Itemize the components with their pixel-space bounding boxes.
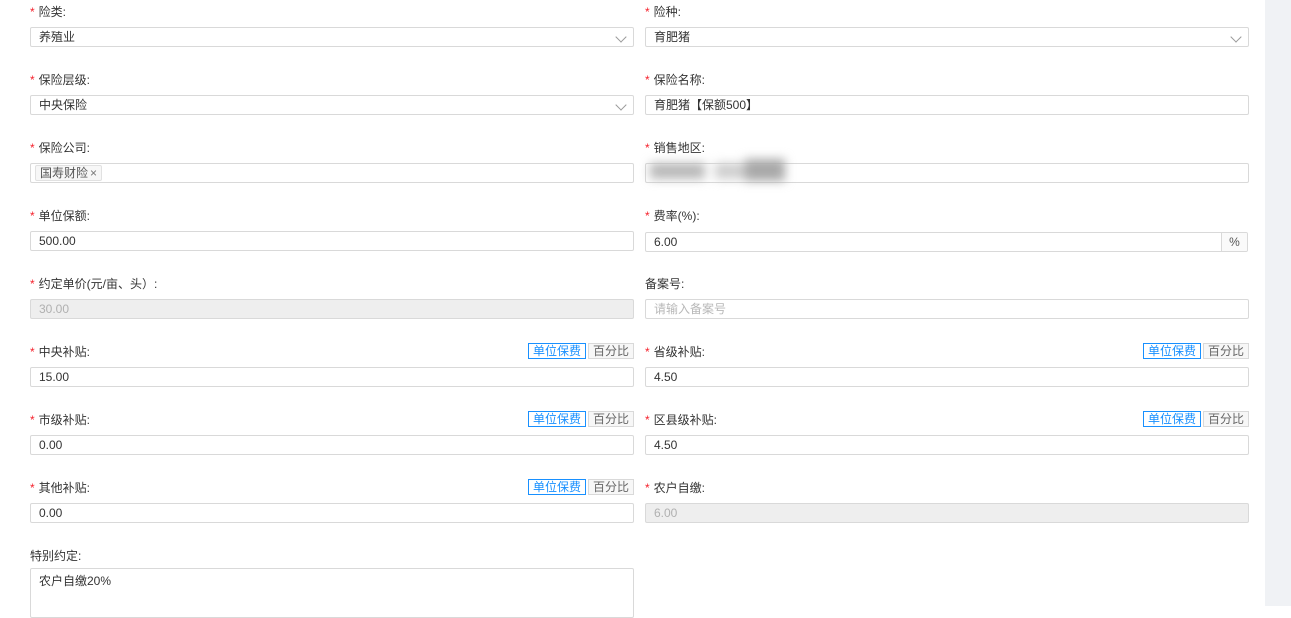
label-insurance-class: * 险类: <box>30 5 67 19</box>
toggle-percent[interactable]: 百分比 <box>587 343 634 359</box>
field-insurance-type: * 险种: 育肥猪 <box>645 4 1249 48</box>
mode-toggle: 单位保费 百分比 <box>527 343 634 359</box>
required-mark: * <box>645 209 650 223</box>
required-mark: * <box>645 5 650 19</box>
select-insurance-type[interactable]: 育肥猪 <box>645 27 1249 47</box>
mode-toggle: 单位保费 百分比 <box>527 479 634 495</box>
field-other-subsidy: * 其他补贴: 单位保费 百分比 0.00 <box>30 479 634 524</box>
field-rate: * 费率(%): 6.00 % <box>645 208 1249 252</box>
toggle-unit-premium[interactable]: 单位保费 <box>527 411 586 427</box>
input-farmer-payment: 6.00 <box>645 503 1249 523</box>
toggle-unit-premium[interactable]: 单位保费 <box>527 343 586 359</box>
select-insurance-level[interactable]: 中央保险 <box>30 95 634 115</box>
chevron-down-icon <box>1230 31 1242 43</box>
input-county-subsidy[interactable]: 4.50 <box>645 435 1249 455</box>
select-insurance-class[interactable]: 养殖业 <box>30 27 634 47</box>
field-unit-price: * 约定单价(元/亩、头）: 30.00 <box>30 276 634 320</box>
field-central-subsidy: * 中央补贴: 单位保费 百分比 15.00 <box>30 343 634 388</box>
required-mark: * <box>30 277 35 291</box>
input-unit-coverage[interactable]: 500.00 <box>30 231 634 251</box>
mode-toggle: 单位保费 百分比 <box>527 411 634 427</box>
field-provincial-subsidy: * 省级补贴: 单位保费 百分比 4.50 <box>645 343 1249 388</box>
required-mark: * <box>30 5 35 19</box>
required-mark: * <box>645 413 650 427</box>
toggle-percent[interactable]: 百分比 <box>587 411 634 427</box>
field-insurance-company: * 保险公司: 国寿财险 × <box>30 140 634 184</box>
label-farmer-payment: * 农户自缴: <box>645 481 706 495</box>
label-rate: * 费率(%): <box>645 209 700 223</box>
page-right-gutter <box>1265 0 1291 606</box>
required-mark: * <box>30 73 35 87</box>
toggle-unit-premium[interactable]: 单位保费 <box>527 479 586 495</box>
field-record-no: 备案号: 请输入备案号 <box>645 276 1249 320</box>
percent-suffix: % <box>1221 233 1247 251</box>
label-other-subsidy: * 其他补贴: <box>30 481 91 495</box>
required-mark: * <box>645 141 650 155</box>
mode-toggle: 单位保费 百分比 <box>1142 343 1249 359</box>
required-mark: * <box>30 481 35 495</box>
required-mark: * <box>645 73 650 87</box>
toggle-unit-premium[interactable]: 单位保费 <box>1142 343 1201 359</box>
field-city-subsidy: * 市级补贴: 单位保费 百分比 0.00 <box>30 411 634 456</box>
textarea-special-agreement[interactable]: 农户自缴20% <box>30 568 634 618</box>
chevron-down-icon <box>615 99 627 111</box>
input-record-no[interactable]: 请输入备案号 <box>645 299 1249 319</box>
field-farmer-payment: * 农户自缴: 6.00 <box>645 480 1249 524</box>
input-unit-price: 30.00 <box>30 299 634 319</box>
chevron-down-icon <box>615 31 627 43</box>
label-central-subsidy: * 中央补贴: <box>30 345 91 359</box>
label-insurance-name: * 保险名称: <box>645 73 706 87</box>
label-insurance-company: * 保险公司: <box>30 141 91 155</box>
label-special-agreement: 特别约定: <box>30 549 82 563</box>
input-rate[interactable]: 6.00 % <box>645 232 1248 252</box>
field-insurance-class: * 险类: 养殖业 <box>30 4 634 48</box>
label-county-subsidy: * 区县级补贴: <box>645 413 718 427</box>
input-central-subsidy[interactable]: 15.00 <box>30 367 634 387</box>
tag-close-icon[interactable]: × <box>90 166 97 180</box>
label-insurance-level: * 保险层级: <box>30 73 91 87</box>
label-sales-region: * 销售地区: <box>645 141 706 155</box>
redacted-region <box>645 155 825 187</box>
field-county-subsidy: * 区县级补贴: 单位保费 百分比 4.50 <box>645 411 1249 456</box>
company-tag: 国寿财险 × <box>35 165 103 181</box>
mode-toggle: 单位保费 百分比 <box>1142 411 1249 427</box>
label-provincial-subsidy: * 省级补贴: <box>645 345 706 359</box>
input-city-subsidy[interactable]: 0.00 <box>30 435 634 455</box>
input-other-subsidy[interactable]: 0.00 <box>30 503 634 523</box>
required-mark: * <box>645 345 650 359</box>
toggle-unit-premium[interactable]: 单位保费 <box>1142 411 1201 427</box>
label-unit-price: * 约定单价(元/亩、头）: <box>30 277 158 291</box>
required-mark: * <box>645 481 650 495</box>
field-insurance-name: * 保险名称: 育肥猪【保额500】 <box>645 72 1249 116</box>
toggle-percent[interactable]: 百分比 <box>587 479 634 495</box>
multiselect-insurance-company[interactable]: 国寿财险 × <box>30 163 634 183</box>
required-mark: * <box>30 413 35 427</box>
field-unit-coverage: * 单位保额: 500.00 <box>30 208 634 252</box>
label-record-no: 备案号: <box>645 277 685 291</box>
required-mark: * <box>30 209 35 223</box>
field-insurance-level: * 保险层级: 中央保险 <box>30 72 634 116</box>
label-insurance-type: * 险种: <box>645 5 682 19</box>
toggle-percent[interactable]: 百分比 <box>1202 411 1249 427</box>
input-insurance-name[interactable]: 育肥猪【保额500】 <box>645 95 1249 115</box>
label-unit-coverage: * 单位保额: <box>30 209 91 223</box>
toggle-percent[interactable]: 百分比 <box>1202 343 1249 359</box>
label-city-subsidy: * 市级补贴: <box>30 413 91 427</box>
required-mark: * <box>30 345 35 359</box>
field-special-agreement: 特别约定: 农户自缴20% <box>30 548 634 618</box>
input-provincial-subsidy[interactable]: 4.50 <box>645 367 1249 387</box>
required-mark: * <box>30 141 35 155</box>
